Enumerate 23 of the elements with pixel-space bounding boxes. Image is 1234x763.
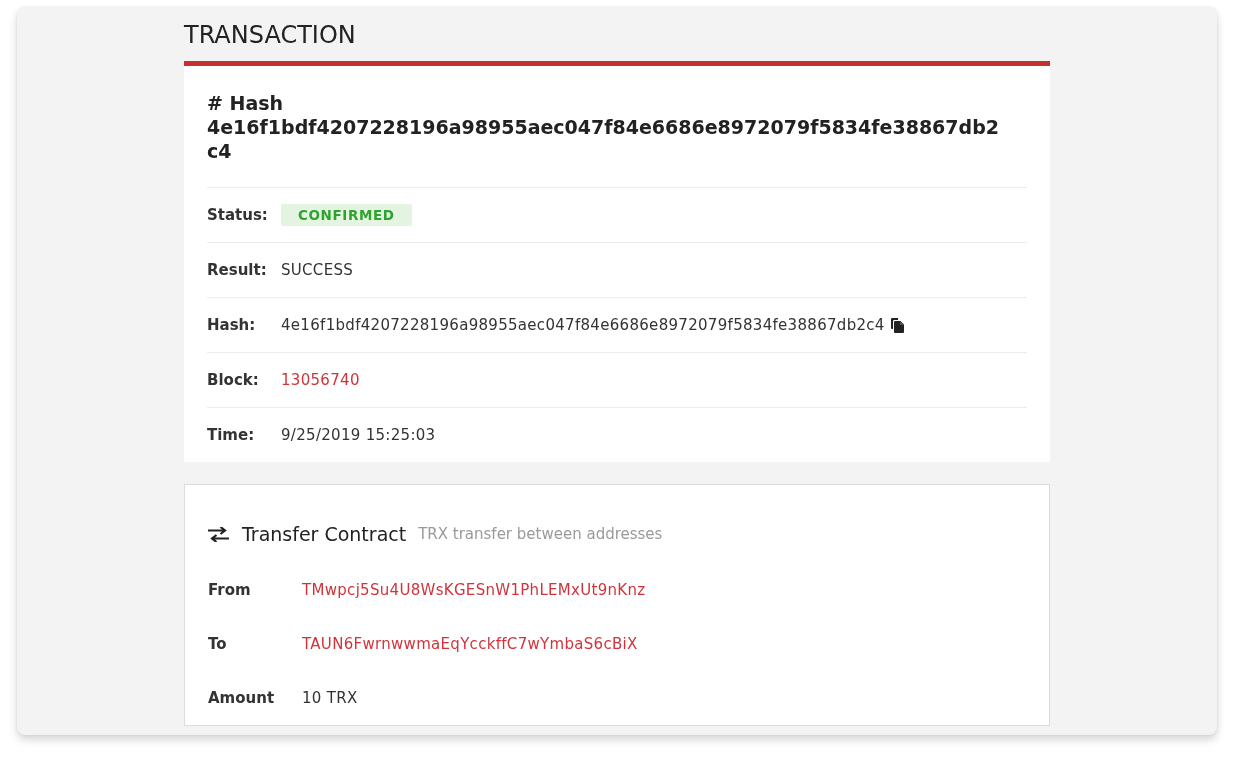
field-value: 10 TRX [302,689,358,707]
hash-heading: # Hash [207,91,285,115]
value-link[interactable]: 13056740 [281,371,360,389]
status-badge: CONFIRMED [281,204,412,226]
field-label: Status: [207,206,269,224]
field-value: 4e16f1bdf4207228196a98955aec047f84e6686e8972079f5834fe38867db2c4 [281,316,885,334]
page-title: TRANSACTION [184,20,357,51]
field-label: From [208,581,252,599]
swap-arrows-icon [208,526,229,542]
field-label: Time: [207,426,256,444]
field-label: Hash: [207,316,257,334]
field-value: 9/25/2019 15:25:03 [281,426,436,444]
transaction-hash: 4e16f1bdf4207228196a98955aec047f84e6686e8972079f5834fe38867db2c4 [207,115,1000,163]
contract-subtitle: TRX transfer between addresses [418,525,663,543]
copy-icon[interactable] [890,317,904,333]
field-label: Block: [207,371,260,389]
field-value: SUCCESS [281,261,354,279]
field-label: To [208,635,228,653]
contract-title: Transfer Contract [242,523,407,545]
field-label: Amount [208,689,276,707]
field-label: Result: [207,261,268,279]
value-link[interactable]: TAUN6FwrnwwmaEqYcckffC7wYmbaS6cBiX [302,635,638,653]
value-link[interactable]: TMwpcj5Su4U8WsKGESnW1PhLEMxUt9nKnz [302,581,646,599]
